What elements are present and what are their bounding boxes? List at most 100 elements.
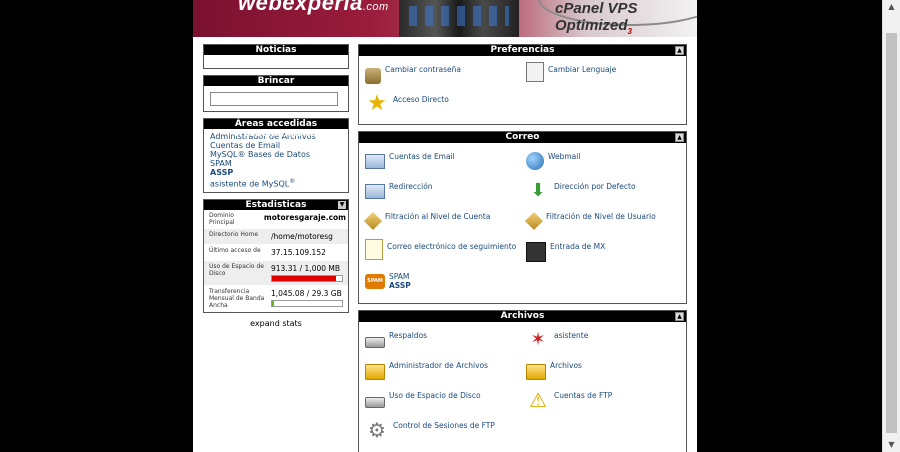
preferencias-grid: Cambiar contraseña Cambiar Lenguaje ★ Acc… (359, 56, 686, 124)
item-label: Cambiar Lenguaje (548, 65, 617, 74)
stat-label: Dominio Principal (209, 211, 235, 226)
frequent-link-mysql-wizard[interactable]: asistente de MySQL® (210, 177, 342, 189)
forward-mail-icon (365, 184, 385, 199)
stat-label: Transferencia Mensual de Banda Ancha (209, 287, 265, 309)
right-column: Preferencias ▲ Cambiar contraseña Cambiar… (358, 44, 687, 452)
language-icon (526, 62, 544, 82)
item-label: Redirección (389, 182, 433, 191)
expand-stats-link[interactable]: expand stats (203, 319, 349, 328)
filter-icon (363, 211, 383, 231)
folder-icon (365, 364, 385, 380)
disk-icon (365, 337, 385, 348)
item-change-password[interactable]: Cambiar contraseña (363, 62, 524, 92)
item-label: Respaldos (389, 331, 428, 340)
item-mx-entry[interactable]: Entrada de MX (524, 239, 685, 269)
item-user-filters[interactable]: Filtración de Nivel de Usuario (524, 209, 685, 239)
item-account-filters[interactable]: Filtración al Nivel de Cuenta (363, 209, 524, 239)
item-file-manager[interactable]: Administrador de Archivos (363, 358, 524, 388)
user-filter-icon (524, 211, 544, 231)
webexperia-logo[interactable]: webexperia.com (238, 0, 389, 16)
cpanel-page: webexperia.com cPanel VPS Optimized3 Not… (193, 0, 697, 452)
item-forwarders[interactable]: Redirección (363, 179, 524, 209)
globe-icon (526, 152, 544, 170)
stat-row-home: Directorio Home /home/motoresg (204, 228, 348, 245)
item-files[interactable]: Archivos (524, 358, 685, 388)
brincar-input[interactable] (210, 92, 338, 106)
collapse-icon[interactable]: ▲ (675, 46, 684, 55)
item-label: Correo electrónico de seguimiento (387, 242, 517, 251)
item-label: Archivos (550, 361, 582, 370)
item-webmail[interactable]: Webmail (524, 149, 685, 179)
preferencias-box: Preferencias ▲ Cambiar contraseña Cambiar… (358, 44, 687, 125)
mail-icon (365, 154, 385, 169)
correo-title: Correo ▲ (359, 132, 686, 143)
stats-box: Estadisticas ▼ Dominio Principal motoresg… (203, 198, 349, 313)
scroll-down-icon[interactable]: ▼ (883, 438, 900, 452)
item-email-tracking[interactable]: Correo electrónico de seguimiento (363, 239, 524, 269)
item-backup-wizard[interactable]: ✶ asistente (524, 328, 685, 358)
item-change-language[interactable]: Cambiar Lenguaje (524, 62, 685, 92)
wizard-icon: ✶ (530, 329, 546, 350)
item-label: SPAM ASSP (389, 269, 411, 290)
scroll-up-icon[interactable]: ▲ (883, 0, 900, 14)
collapse-icon[interactable]: ▲ (675, 133, 684, 142)
disk-usage-text: 913.31 / 1,000 MB (271, 263, 341, 273)
spam-icon: SPAM (365, 274, 385, 289)
correo-grid: Cuentas de Email Webmail Redirección ⬇ Di… (359, 143, 686, 303)
frequent-areas-box: Áreas accedidas frecuentemente Administr… (203, 118, 349, 193)
item-ftp-sessions[interactable]: ⚙ Control de Sesiones de FTP (363, 418, 524, 448)
preferencias-title: Preferencias ▲ (359, 45, 686, 56)
vertical-scrollbar[interactable]: ▲ ▼ (882, 0, 900, 452)
brincar-box: Brincar (203, 75, 349, 112)
item-shortcut[interactable]: ★ Acceso Directo (363, 92, 524, 122)
servers-graphic (399, 0, 519, 37)
stat-label: Directorio Home (209, 230, 259, 238)
document-icon (365, 239, 383, 260)
bandwidth-bar (271, 299, 343, 307)
bandwidth-fill (272, 300, 275, 306)
frequent-link-email-accounts[interactable]: Cuentas de Email (210, 141, 342, 150)
item-label: Filtración de Nivel de Usuario (546, 212, 656, 221)
frequent-link-assp[interactable]: ASSP (210, 168, 342, 177)
stat-row-last-access: Último acceso de 37.15.109.152 (204, 245, 348, 261)
lock-icon (365, 68, 381, 84)
cpanel-logo: cPanel VPS Optimized3 (555, 0, 638, 36)
frequent-link-mysql-databases[interactable]: MySQL® Bases de Datos (210, 150, 342, 159)
noticias-title: Noticias (204, 45, 348, 55)
stat-label: Uso de Espacio de Disco (209, 262, 264, 277)
gear-icon: ⚙ (368, 418, 386, 442)
stat-label: Último acceso de (209, 246, 261, 254)
stat-value: /home/motoresg (271, 231, 333, 241)
header-banner: webexperia.com cPanel VPS Optimized3 (193, 0, 697, 37)
item-spam-assp[interactable]: SPAM SPAM ASSP (363, 269, 524, 299)
mx-icon (526, 242, 546, 262)
scrollbar-thumb[interactable] (886, 33, 897, 433)
folder-icon (526, 364, 546, 380)
spam-label: SPAM (389, 272, 410, 281)
frequent-link-spam[interactable]: SPAM (210, 159, 342, 168)
stat-row-domain: Dominio Principal motoresgaraje.com (204, 210, 348, 229)
disk-usage-fill (272, 275, 336, 281)
stat-row-disk: Uso de Espacio de Disco 913.31 / 1,000 M… (204, 260, 348, 286)
stat-row-bandwidth: Transferencia Mensual de Banda Ancha 1,0… (204, 286, 348, 312)
stat-value: 1,045.08 / 29.3 GB (269, 286, 345, 311)
item-label: Uso de Espacio de Disco (389, 391, 481, 400)
item-email-accounts[interactable]: Cuentas de Email (363, 149, 524, 179)
item-disk-usage[interactable]: Uso de Espacio de Disco (363, 388, 524, 418)
correo-box: Correo ▲ Cuentas de Email Webmail Redirec… (358, 131, 687, 304)
item-backups[interactable]: Respaldos (363, 328, 524, 358)
stats-dropdown-icon[interactable]: ▼ (338, 200, 346, 209)
noticias-content (204, 55, 348, 68)
archivos-box: Archivos ▲ Respaldos ✶ asistente Administr… (358, 310, 687, 452)
item-ftp-accounts[interactable]: ⚠ Cuentas de FTP (524, 388, 685, 418)
item-label: asistente (554, 331, 589, 340)
item-label: Cuentas de FTP (554, 391, 613, 400)
assp-label: ASSP (389, 281, 411, 290)
item-label: Filtración al Nivel de Cuenta (385, 212, 491, 221)
item-default-address[interactable]: ⬇ Dirección por Defecto (524, 179, 685, 209)
stats-title: Estadisticas ▼ (204, 199, 348, 210)
archivos-title: Archivos ▲ (359, 311, 686, 322)
collapse-icon[interactable]: ▲ (675, 312, 684, 321)
item-label: Dirección por Defecto (554, 182, 636, 191)
bandwidth-text: 1,045.08 / 29.3 GB (271, 288, 342, 298)
